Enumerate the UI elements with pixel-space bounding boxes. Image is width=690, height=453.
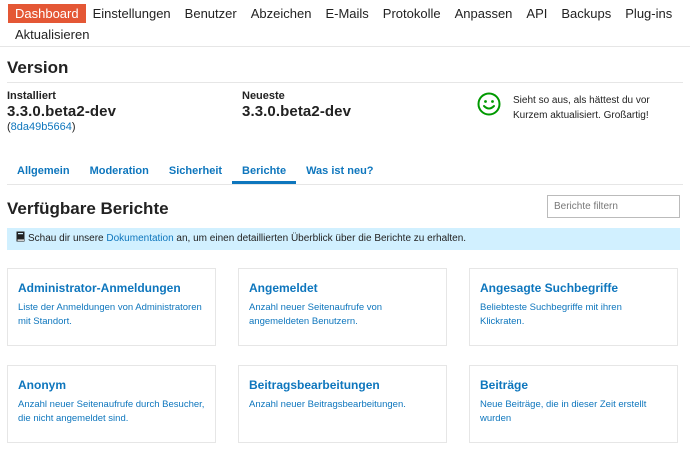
- version-status-text: Sieht so aus, als hättest du vor Kurzem …: [513, 95, 650, 121]
- info-suffix: an, um einen detaillierten Überblick übe…: [173, 233, 467, 244]
- report-card-description: Anzahl neuer Beitragsbearbeitungen.: [249, 399, 406, 410]
- version-heading: Version: [7, 58, 69, 77]
- report-card-posts[interactable]: Beiträge Neue Beiträge, die in dieser Ze…: [469, 365, 678, 443]
- report-card-description: Anzahl neuer Seitenaufrufe durch Besuche…: [18, 399, 205, 424]
- docs-info-bar: Schau dir unsere Dokumentation an, um ei…: [7, 228, 680, 250]
- report-card-title: Beitragsbearbeitungen: [249, 378, 380, 392]
- commit-info: (8da49b5664): [7, 121, 116, 133]
- report-card-title: Anonym: [18, 378, 66, 392]
- report-card-logged-in[interactable]: Angemeldet Anzahl neuer Seitenaufrufe vo…: [238, 268, 447, 346]
- report-card-trending-search[interactable]: Angesagte Suchbegriffe Beliebteste Suchb…: [469, 268, 678, 346]
- commit-link[interactable]: 8da49b5664: [11, 121, 72, 133]
- nav-emails[interactable]: E-Mails: [318, 4, 375, 23]
- commit-close-paren: ): [71, 121, 76, 133]
- installed-value: 3.3.0.beta2-dev: [7, 103, 117, 120]
- info-prefix: Schau dir unsere: [28, 233, 107, 244]
- dashboard-tabs: Allgemein Moderation Sicherheit Berichte…: [7, 160, 384, 184]
- reports-heading: Verfügbare Berichte: [7, 199, 169, 218]
- nav-logs[interactable]: Protokolle: [376, 4, 448, 23]
- nav-customize[interactable]: Anpassen: [448, 4, 520, 23]
- nav-upgrade[interactable]: Aktualisieren: [8, 25, 96, 44]
- nav-users[interactable]: Benutzer: [178, 4, 244, 23]
- tab-security[interactable]: Sicherheit: [159, 160, 232, 184]
- nav-api[interactable]: API: [519, 4, 554, 23]
- report-card-description: Anzahl neuer Seitenaufrufe von angemelde…: [249, 302, 383, 327]
- report-card-description: Neue Beiträge, die in dieser Zeit erstel…: [480, 399, 647, 424]
- latest-label: Neueste: [242, 90, 285, 102]
- report-card-admin-logins[interactable]: Administrator-Anmeldungen Liste der Anme…: [7, 268, 216, 346]
- nav-plugins[interactable]: Plug-ins: [618, 4, 679, 23]
- tab-general[interactable]: Allgemein: [7, 160, 80, 184]
- documentation-link[interactable]: Dokumentation: [106, 233, 173, 244]
- installed-version: Installiert 3.3.0.beta2-dev (8da49b5664): [7, 90, 116, 133]
- report-card-title: Beiträge: [480, 378, 529, 392]
- nav-settings[interactable]: Einstellungen: [86, 4, 178, 23]
- version-divider: [7, 82, 683, 83]
- reports-filter-input[interactable]: [547, 195, 680, 218]
- nav-dashboard[interactable]: Dashboard: [8, 4, 86, 23]
- report-card-title: Angemeldet: [249, 281, 318, 295]
- installed-label: Installiert: [7, 90, 56, 102]
- nav-badges[interactable]: Abzeichen: [244, 4, 319, 23]
- nav-backups[interactable]: Backups: [554, 4, 618, 23]
- admin-nav: Dashboard Einstellungen Benutzer Abzeich…: [8, 4, 684, 44]
- tab-moderation[interactable]: Moderation: [80, 160, 159, 184]
- report-card-post-edits[interactable]: Beitragsbearbeitungen Anzahl neuer Beitr…: [238, 365, 447, 443]
- book-icon: [16, 231, 25, 242]
- tabs-divider: [7, 184, 683, 185]
- report-card-description: Liste der Anmeldungen von Administratore…: [18, 302, 202, 327]
- report-card-anonymous[interactable]: Anonym Anzahl neuer Seitenaufrufe durch …: [7, 365, 216, 443]
- tab-whats-new[interactable]: Was ist neu?: [296, 160, 383, 184]
- header-divider: [0, 46, 690, 47]
- latest-version: Neueste 3.3.0.beta2-dev: [242, 90, 351, 120]
- report-card-description: Beliebteste Suchbegriffe mit ihren Klick…: [480, 302, 622, 327]
- report-card-title: Angesagte Suchbegriffe: [480, 281, 619, 295]
- tab-reports[interactable]: Berichte: [232, 160, 297, 184]
- report-card-title: Administrator-Anmeldungen: [18, 281, 181, 295]
- latest-value: 3.3.0.beta2-dev: [242, 103, 352, 120]
- smiley-face-icon: [477, 92, 501, 116]
